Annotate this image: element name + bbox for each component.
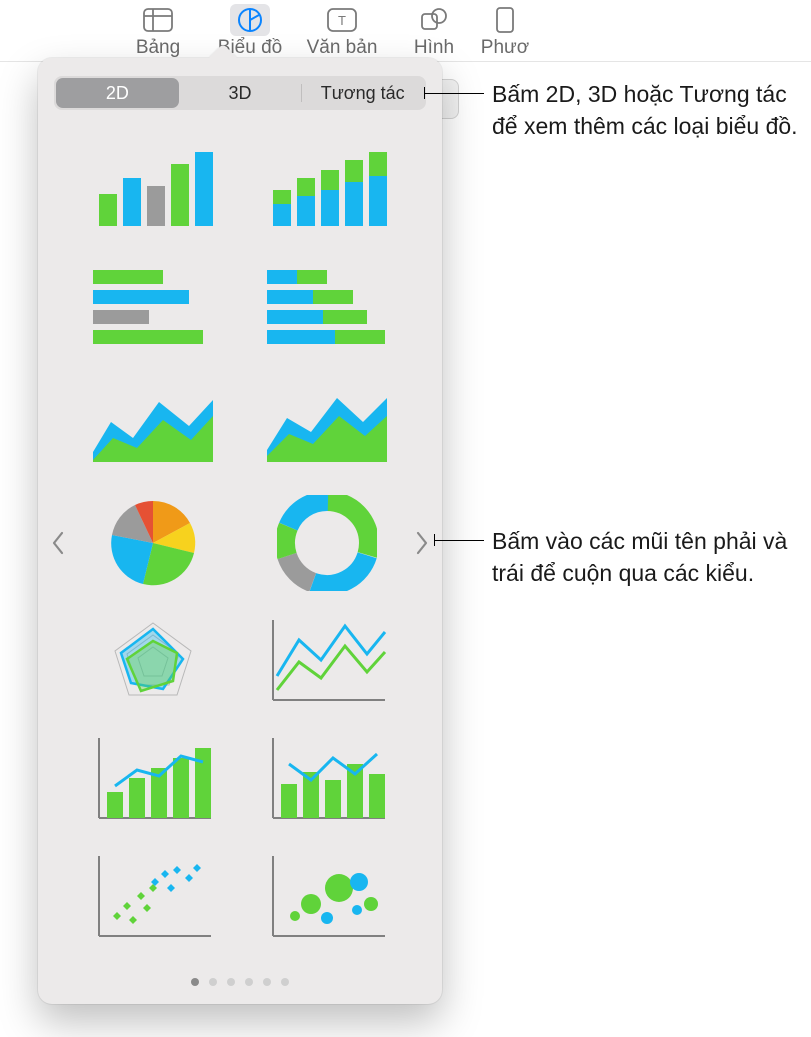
toolbar-item-text[interactable]: T Văn bản bbox=[296, 4, 388, 59]
page-dots bbox=[38, 966, 442, 1004]
chart-thumb-combo-2[interactable] bbox=[262, 729, 392, 829]
chart-grid bbox=[72, 131, 408, 955]
toolbar-label: Văn bản bbox=[307, 37, 378, 59]
page-dot[interactable] bbox=[227, 978, 235, 986]
toolbar-item-table[interactable]: Bảng bbox=[112, 4, 204, 59]
chart-thumb-stacked-area[interactable] bbox=[262, 375, 392, 475]
text-icon: T bbox=[327, 7, 357, 33]
page-dot[interactable] bbox=[209, 978, 217, 986]
chart-thumb-stacked-bar[interactable] bbox=[262, 257, 392, 357]
tab-2d[interactable]: 2D bbox=[56, 78, 179, 108]
chart-thumb-line[interactable] bbox=[262, 611, 392, 711]
toolbar-label: Bảng bbox=[136, 37, 180, 59]
shape-icon bbox=[419, 7, 449, 33]
callout-tick bbox=[424, 87, 425, 99]
grid-wrap bbox=[38, 120, 442, 966]
chart-thumb-bar[interactable] bbox=[88, 257, 218, 357]
toolbar-item-shape[interactable]: Hình bbox=[388, 4, 480, 59]
nav-left[interactable] bbox=[44, 523, 72, 563]
toolbar-label: Hình bbox=[414, 37, 454, 59]
chart-thumb-scatter[interactable] bbox=[88, 847, 218, 947]
page-dot[interactable] bbox=[263, 978, 271, 986]
table-icon bbox=[143, 7, 173, 33]
page-dot[interactable] bbox=[245, 978, 253, 986]
chart-thumb-bubble[interactable] bbox=[262, 847, 392, 947]
toolbar-label: Phươ bbox=[481, 37, 529, 59]
chart-thumb-column[interactable] bbox=[88, 139, 218, 239]
chart-thumb-stacked-column[interactable] bbox=[262, 139, 392, 239]
callout-text: Bấm vào các mũi tên phải và trái để cuộn… bbox=[492, 528, 787, 586]
callout-tabs: Bấm 2D, 3D hoặc Tương tác để xem thêm cá… bbox=[492, 79, 802, 142]
page-dot[interactable] bbox=[191, 978, 199, 986]
seg-control: 2D 3D Tương tác bbox=[54, 76, 426, 110]
media-icon bbox=[490, 7, 520, 33]
svg-text:T: T bbox=[338, 13, 346, 28]
nav-right[interactable] bbox=[408, 523, 436, 563]
hidden-panel-edge bbox=[439, 79, 459, 119]
toolbar: Bảng Biểu đồ T Văn bản Hình bbox=[0, 0, 811, 62]
tab-interactive[interactable]: Tương tác bbox=[301, 78, 424, 108]
callout-text: Bấm 2D, 3D hoặc Tương tác để xem thêm cá… bbox=[492, 81, 798, 139]
chart-icon bbox=[235, 7, 265, 33]
chart-thumb-pie[interactable] bbox=[88, 493, 218, 593]
callout-arrows: Bấm vào các mũi tên phải và trái để cuộn… bbox=[492, 526, 792, 589]
callout-line bbox=[424, 93, 484, 94]
callout-tick bbox=[434, 534, 435, 546]
page-dot[interactable] bbox=[281, 978, 289, 986]
chart-thumb-donut[interactable] bbox=[262, 493, 392, 593]
tab-3d[interactable]: 3D bbox=[179, 78, 302, 108]
chart-thumb-area[interactable] bbox=[88, 375, 218, 475]
callout-line bbox=[434, 540, 484, 541]
chart-thumb-radar[interactable] bbox=[88, 611, 218, 711]
toolbar-item-media[interactable]: Phươ bbox=[480, 4, 530, 59]
chart-thumb-combo[interactable] bbox=[88, 729, 218, 829]
chart-popover: 2D 3D Tương tác bbox=[38, 58, 442, 1004]
